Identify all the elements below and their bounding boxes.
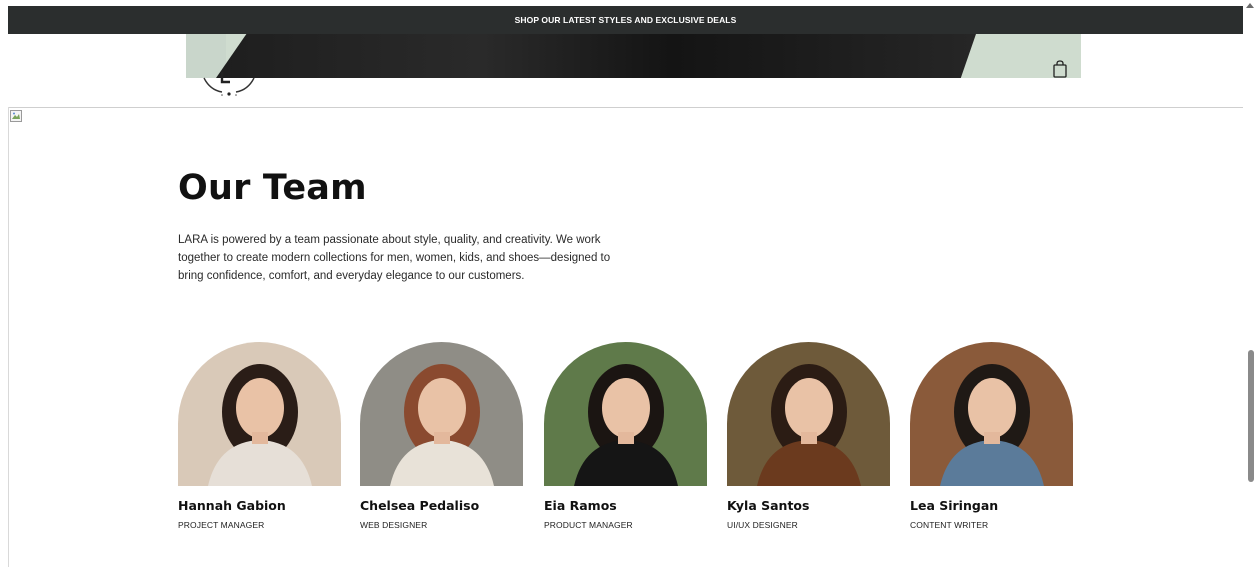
team-member-photo (910, 342, 1073, 486)
team-member-card: Chelsea Pedaliso WEB DESIGNER (360, 342, 523, 530)
shopping-bag-icon[interactable] (1052, 60, 1068, 78)
team-member-role: CONTENT WRITER (910, 520, 989, 530)
team-description: LARA is powered by a team passionate abo… (178, 234, 611, 282)
team-member-photo (360, 342, 523, 486)
team-member-card: Lea Siringan CONTENT WRITER (910, 342, 1073, 530)
page: SHOP OUR LATEST STYLES AND EXCLUSIVE DEA… (0, 0, 1257, 567)
team-member-card: Eia Ramos PRODUCT MANAGER (544, 342, 707, 530)
broken-image-icon (10, 110, 22, 122)
team-member-role: PRODUCT MANAGER (544, 520, 633, 530)
team-member-name: Kyla Santos (727, 498, 810, 513)
vertical-scrollbar[interactable] (1243, 0, 1257, 567)
announcement-text: SHOP OUR LATEST STYLES AND EXCLUSIVE DEA… (514, 15, 737, 25)
team-member-card: Hannah Gabion PROJECT MANAGER (178, 342, 341, 530)
team-member-name: Chelsea Pedaliso (360, 498, 480, 513)
scroll-thumb[interactable] (1248, 350, 1254, 482)
team-member-name: Lea Siringan (910, 498, 999, 513)
scroll-up-arrow-icon[interactable] (1246, 3, 1254, 8)
hero-banner-image (186, 34, 1081, 78)
team-member-photo (727, 342, 890, 486)
team-member-card: Kyla Santos UI/UX DESIGNER (727, 342, 890, 530)
announcement-bar[interactable]: SHOP OUR LATEST STYLES AND EXCLUSIVE DEA… (8, 6, 1243, 34)
team-member-role: UI/UX DESIGNER (727, 520, 798, 530)
team-member-photo (544, 342, 707, 486)
lara-logo-icon[interactable] (200, 70, 258, 100)
content-border (8, 107, 9, 567)
team-member-role: WEB DESIGNER (360, 520, 428, 530)
team-member-name: Hannah Gabion (178, 498, 286, 513)
team-member-role: PROJECT MANAGER (178, 520, 265, 530)
team-title: Our Team (178, 168, 367, 208)
team-member-name: Eia Ramos (544, 498, 617, 513)
team-member-photo (178, 342, 341, 486)
